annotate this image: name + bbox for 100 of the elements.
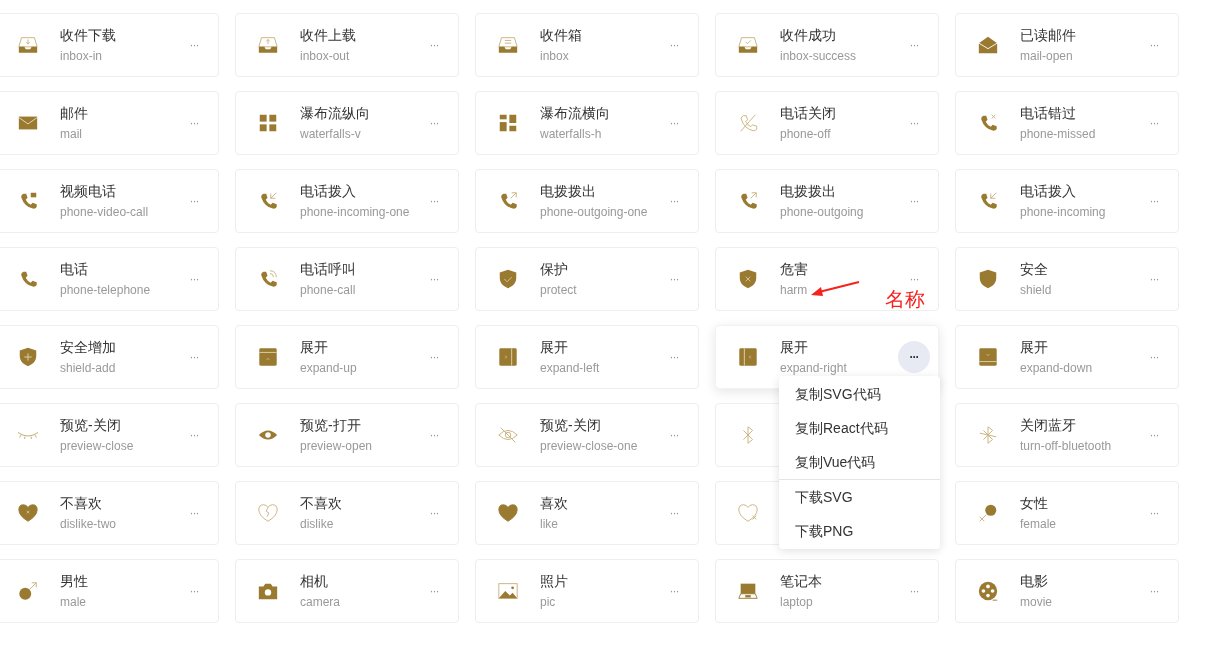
icon-card[interactable]: 保护 protect ··· — [475, 247, 699, 311]
icon-name: mail-open — [1020, 49, 1073, 64]
icon-title: 笔记本 — [780, 572, 822, 590]
icon-title: 展开 — [300, 338, 328, 356]
icon-card[interactable]: 危害 harm ··· 名称 — [715, 247, 939, 311]
icon-title: 危害 — [780, 260, 808, 278]
heart-icon — [737, 502, 759, 524]
icon-name: movie — [1020, 595, 1052, 610]
icon-card[interactable]: 已读邮件 mail-open ··· — [955, 13, 1179, 77]
icon-card[interactable]: 电话关闭 phone-off ··· — [715, 91, 939, 155]
inbox-icon — [497, 34, 519, 56]
icon-card[interactable]: 展开 expand-left ··· — [475, 325, 699, 389]
icon-title: 照片 — [540, 572, 568, 590]
icon-name: dislike-two — [60, 517, 116, 532]
inbox-icon — [737, 34, 759, 56]
icon-card[interactable]: 展开 expand-down ··· — [955, 325, 1179, 389]
film-reel-icon — [977, 580, 999, 602]
icon-card[interactable]: 瀑布流纵向 waterfalls-v ··· — [235, 91, 459, 155]
icon-card[interactable]: 安全 shield ··· — [955, 247, 1179, 311]
icon-card[interactable]: 电话错过 phone-missed ··· — [955, 91, 1179, 155]
icon-title: 电影 — [1020, 572, 1048, 590]
icon-card[interactable]: 收件箱 inbox ··· — [475, 13, 699, 77]
icon-title: 收件上载 — [300, 26, 356, 44]
icon-card[interactable]: 视频电话 phone-video-call ··· — [0, 169, 219, 233]
icon-name: laptop — [780, 595, 813, 610]
annotation-label: 名称 — [885, 288, 925, 310]
icon-title: 男性 — [60, 572, 88, 590]
icon-card[interactable]: 电拨拨出 phone-outgoing ··· — [715, 169, 939, 233]
icon-card[interactable]: 预览-关闭 preview-close-one ··· — [475, 403, 699, 467]
icon-card[interactable]: 电拨拨出 phone-outgoing-one ··· — [475, 169, 699, 233]
phone-off-icon — [737, 112, 759, 134]
menu-item[interactable]: 下载PNG — [779, 514, 940, 548]
icon-card[interactable]: 瀑布流横向 waterfalls-h ··· — [475, 91, 699, 155]
icon-title: 相机 — [300, 572, 328, 590]
inbox-icon — [257, 34, 279, 56]
icon-card[interactable]: 预览-打开 preview-open ··· — [235, 403, 459, 467]
icon-card[interactable]: 女性 female ··· — [955, 481, 1179, 545]
icon-card[interactable]: 邮件 mail ··· — [0, 91, 219, 155]
icon-card[interactable]: 照片 pic ··· — [475, 559, 699, 623]
panel-icon — [257, 346, 279, 368]
icon-name: shield — [1020, 283, 1052, 298]
icon-card[interactable]: 展开 expand-up ··· — [235, 325, 459, 389]
icon-card[interactable]: 安全增加 shield-add ··· — [0, 325, 219, 389]
closed-eye-icon — [17, 430, 39, 440]
icon-name: shield-add — [60, 361, 116, 376]
icon-name: phone-off — [780, 127, 831, 142]
icon-card[interactable]: 不喜欢 dislike ··· — [235, 481, 459, 545]
icon-title: 收件箱 — [540, 26, 582, 44]
menu-item[interactable]: 复制React代码 — [779, 411, 940, 445]
icon-name: turn-off-bluetooth — [1020, 439, 1112, 454]
icon-title: 电话错过 — [1020, 104, 1076, 122]
icon-title: 安全 — [1020, 260, 1048, 278]
icon-card[interactable]: 电话呼叫 phone-call ··· — [235, 247, 459, 311]
shield-icon — [497, 268, 519, 290]
icon-card[interactable]: 相机 camera ··· — [235, 559, 459, 623]
icon-title: 电话拨入 — [1020, 182, 1076, 200]
menu-item[interactable]: 复制SVG代码 — [779, 377, 940, 411]
icon-card[interactable]: 电话 phone-telephone ··· — [0, 247, 219, 311]
icon-title: 已读邮件 — [1020, 26, 1076, 44]
icon-title: 收件成功 — [780, 26, 836, 44]
panel-icon — [737, 346, 759, 368]
icon-card[interactable]: 收件成功 inbox-success ··· — [715, 13, 939, 77]
icon-name: expand-right — [780, 361, 847, 376]
shield-icon — [977, 268, 999, 290]
image-icon — [497, 580, 519, 602]
icon-name: phone-missed — [1020, 127, 1096, 142]
open-envelope-icon — [977, 34, 999, 56]
icon-card[interactable]: 电话拨入 phone-incoming-one ··· — [235, 169, 459, 233]
icon-card[interactable]: 电话拨入 phone-incoming ··· — [955, 169, 1179, 233]
icon-name: phone-outgoing-one — [540, 205, 648, 220]
icon-title: 电话 — [60, 260, 88, 278]
icon-title: 电拨拨出 — [780, 182, 836, 200]
icon-title: 瀑布流横向 — [540, 104, 610, 122]
icon-card[interactable]: 电影 movie ··· — [955, 559, 1179, 623]
menu-item[interactable]: 复制Vue代码 — [779, 445, 940, 479]
icon-card[interactable]: 不喜欢 dislike-two ··· — [0, 481, 219, 545]
icon-name: waterfalls-h — [540, 127, 602, 142]
heart-icon — [17, 502, 39, 524]
icon-title: 电话拨入 — [300, 182, 356, 200]
grid-icon — [497, 112, 519, 134]
icon-card[interactable]: 预览-关闭 preview-close ··· — [0, 403, 219, 467]
icon-title: 电话关闭 — [780, 104, 836, 122]
icon-name: mail — [60, 127, 82, 142]
icon-name: like — [540, 517, 558, 532]
icon-name: phone-call — [300, 283, 356, 298]
more-button[interactable]: ··· — [898, 341, 930, 373]
icon-card[interactable]: 收件上载 inbox-out ··· — [235, 13, 459, 77]
male-symbol-icon — [17, 580, 39, 602]
icon-name: inbox — [540, 49, 569, 64]
icon-title: 安全增加 — [60, 338, 116, 356]
icon-card[interactable]: 关闭蓝牙 turn-off-bluetooth ··· — [955, 403, 1179, 467]
icon-card[interactable]: 笔记本 laptop ··· — [715, 559, 939, 623]
icon-card[interactable]: 喜欢 like ··· — [475, 481, 699, 545]
icon-title: 展开 — [780, 338, 808, 356]
icon-name: phone-telephone — [60, 283, 151, 298]
annotation-arrow — [809, 279, 861, 299]
icon-card[interactable]: 男性 male ··· — [0, 559, 219, 623]
icon-name: protect — [540, 283, 577, 298]
icon-name: expand-up — [300, 361, 357, 376]
icon-card[interactable]: 收件下载 inbox-in ··· — [0, 13, 219, 77]
